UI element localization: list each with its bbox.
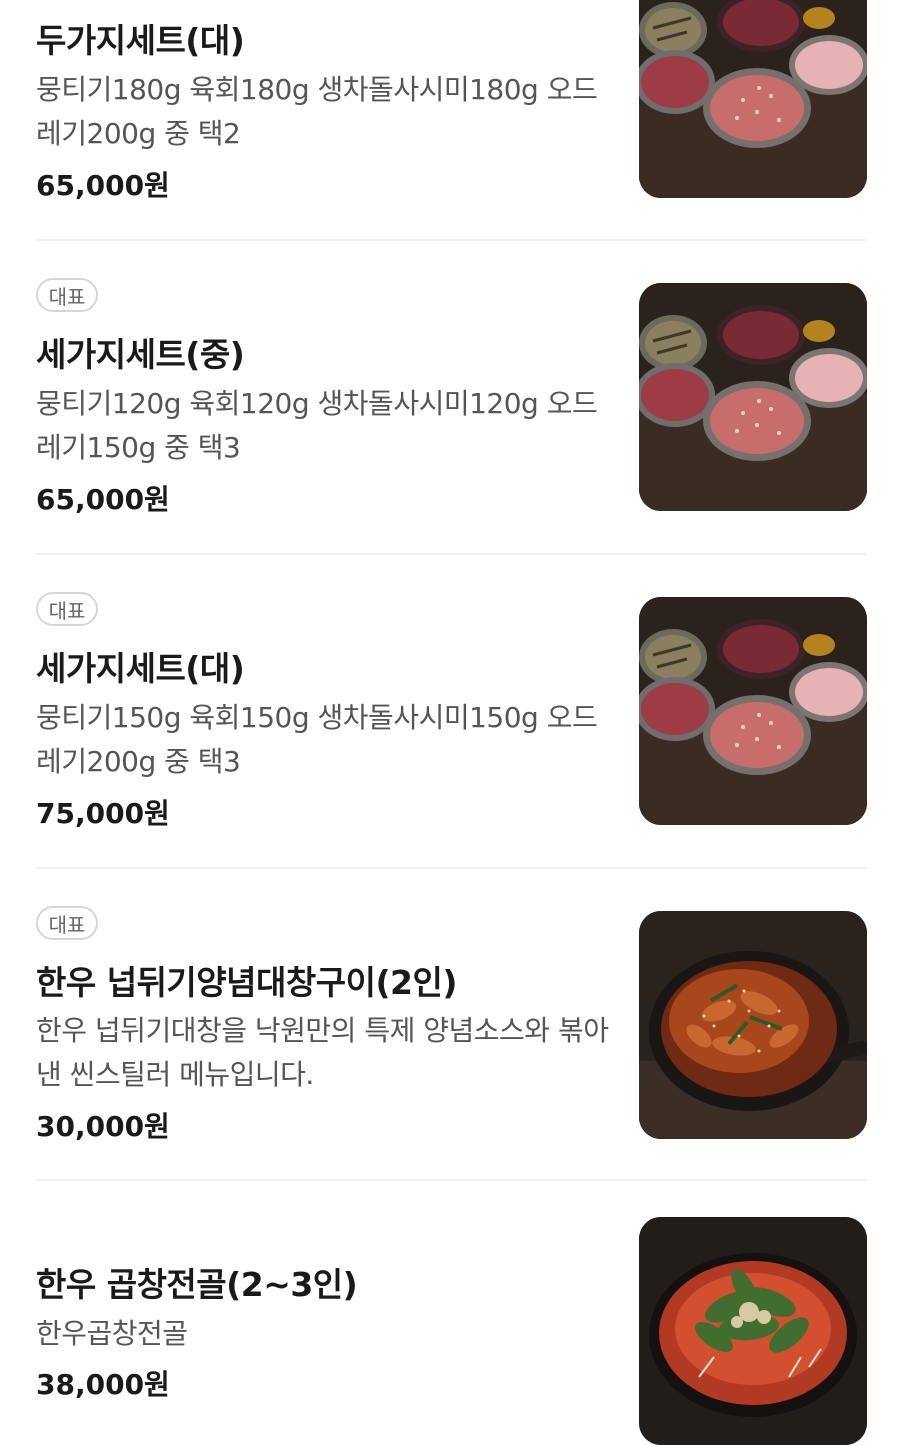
menu-item-description: 뭉티기150g 육회150g 생차돌사시미150g 오드레기200g 중 택3 bbox=[36, 701, 598, 778]
menu-item-price: 65,000원 bbox=[36, 483, 170, 516]
menu-item-name: 세가지세트(대) bbox=[36, 649, 245, 688]
menu-item-price: 30,000원 bbox=[36, 1110, 170, 1143]
signature-badge: 대표 bbox=[36, 592, 98, 626]
menu-item[interactable]: 한우 곱창전골(2~3인) 한우곱창전골 38,000원 bbox=[0, 1181, 900, 1445]
menu-item-price: 75,000원 bbox=[36, 797, 170, 830]
meat-platter-image bbox=[639, 283, 867, 511]
signature-badge: 대표 bbox=[36, 278, 98, 312]
signature-badge: 대표 bbox=[36, 906, 98, 940]
menu-item-description: 뭉티기180g 육회180g 생차돌사시미180g 오드레기200g 중 택2 bbox=[36, 73, 598, 150]
meat-platter-image bbox=[639, 597, 867, 825]
menu-item-price: 65,000원 bbox=[36, 169, 170, 202]
menu-item-description: 한우 넙뒤기대창을 낙원만의 특제 양념소스와 볶아낸 씬스틸러 메뉴입니다. bbox=[36, 1014, 609, 1091]
menu-item[interactable]: 대표 세가지세트(중) 뭉티기120g 육회120g 생차돌사시미120g 오드… bbox=[0, 241, 900, 553]
grilled-tripe-pan-image bbox=[639, 911, 867, 1139]
tripe-hotpot-image bbox=[639, 1217, 867, 1445]
menu-item-name: 세가지세트(중) bbox=[36, 335, 245, 374]
menu-item-name: 두가지세트(대) bbox=[36, 21, 245, 60]
menu-item-description: 뭉티기120g 육회120g 생차돌사시미120g 오드레기150g 중 택3 bbox=[36, 387, 598, 464]
menu-item-description: 한우곱창전골 bbox=[36, 1317, 188, 1350]
menu-item[interactable]: 대표 한우 넙뒤기양념대창구이(2인) 한우 넙뒤기대창을 낙원만의 특제 양념… bbox=[0, 869, 900, 1179]
menu-item-price: 38,000원 bbox=[36, 1368, 170, 1401]
menu-item-name: 한우 곱창전골(2~3인) bbox=[36, 1265, 358, 1304]
menu-item-name: 한우 넙뒤기양념대창구이(2인) bbox=[36, 963, 457, 1002]
menu-item[interactable]: 대표 세가지세트(대) 뭉티기150g 육회150g 생차돌사시미150g 오드… bbox=[0, 555, 900, 867]
meat-platter-image bbox=[639, 0, 867, 198]
menu-item[interactable]: 두가지세트(대) 뭉티기180g 육회180g 생차돌사시미180g 오드레기2… bbox=[0, 0, 900, 240]
